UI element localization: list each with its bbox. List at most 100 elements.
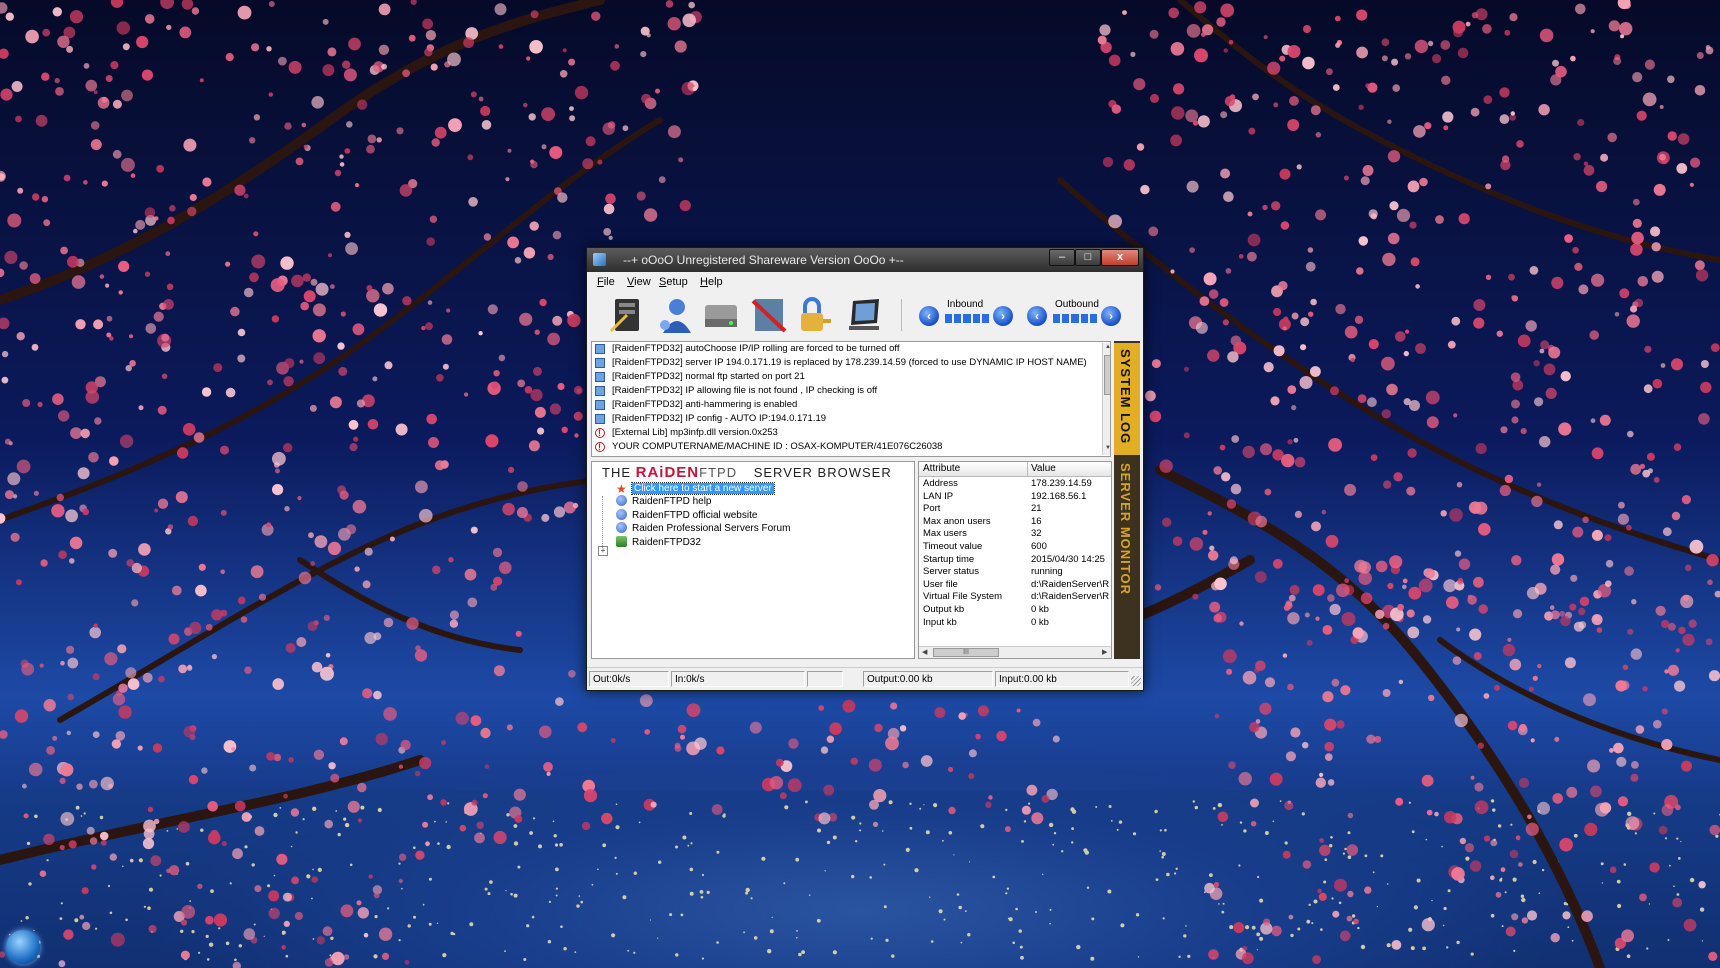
log-line-text: [RaidenFTPD32] server IP 194.0.171.19 is… bbox=[612, 357, 1087, 368]
outbound-meter bbox=[1053, 314, 1098, 323]
tree-item[interactable]: ★ Click here to start a new server bbox=[616, 482, 775, 495]
attribute-row[interactable]: Max users 32 bbox=[919, 528, 1111, 541]
raidenftpd-window: --+ oOoO Unregistered Shareware Version … bbox=[586, 247, 1144, 691]
log-line[interactable]: [RaidenFTPD32] anti-hammering is enabled bbox=[592, 398, 1110, 412]
tree-item-label: RaidenFTPD official website bbox=[632, 509, 758, 521]
info-icon bbox=[595, 414, 605, 424]
side-tabs: SYSTEM LOG SERVER MONITOR bbox=[1114, 341, 1140, 659]
tab-server-monitor-label: SERVER MONITOR bbox=[1118, 463, 1133, 595]
maximize-button[interactable]: □ bbox=[1075, 249, 1101, 266]
start-button[interactable] bbox=[6, 930, 40, 964]
attribute-value: 178.239.14.59 bbox=[1031, 478, 1092, 489]
outbound-increase-icon[interactable]: › bbox=[1101, 306, 1121, 326]
attribute-value: 0 kb bbox=[1031, 604, 1049, 615]
attribute-name: Server status bbox=[923, 566, 979, 578]
attribute-name: LAN IP bbox=[923, 490, 954, 502]
app-icon bbox=[593, 253, 606, 266]
server-settings-icon[interactable] bbox=[607, 295, 647, 335]
scroll-right-icon[interactable]: ▶ bbox=[1102, 648, 1107, 656]
column-value[interactable]: Value bbox=[1031, 463, 1056, 474]
attribute-row[interactable]: Timeout value 600 bbox=[919, 541, 1111, 554]
lock-key-icon[interactable] bbox=[795, 295, 835, 335]
attribute-name: Max users bbox=[923, 528, 967, 540]
tree-item[interactable]: Raiden Professional Servers Forum bbox=[616, 522, 790, 535]
attribute-value: 600 bbox=[1031, 541, 1047, 552]
attributes-hscrollbar[interactable]: ◀ III ▶ bbox=[919, 646, 1111, 658]
attributes-header: Attribute Value bbox=[919, 462, 1111, 477]
menu-setup[interactable]: Setup bbox=[659, 276, 688, 288]
window-title: --+ oOoO Unregistered Shareware Version … bbox=[623, 253, 904, 267]
log-line-text: [RaidenFTPD32] autoChoose IP/IP rolling … bbox=[612, 343, 900, 354]
log-line[interactable]: [RaidenFTPD32] IP config - AUTO IP:194.0… bbox=[592, 412, 1110, 426]
scroll-left-icon[interactable]: ◀ bbox=[922, 648, 927, 656]
disk-icon[interactable] bbox=[701, 295, 741, 335]
brand-raiden: RAiDEN bbox=[635, 464, 700, 481]
status-output: Output:0.00 kb bbox=[863, 671, 993, 687]
attribute-value: d:\RaidenServer\R bbox=[1031, 591, 1110, 603]
tree-item[interactable]: RaidenFTPD32 bbox=[616, 535, 701, 549]
server-browser-banner: THE RAiDENFTPD SERVER BROWSER bbox=[602, 464, 892, 482]
info-icon bbox=[595, 358, 605, 368]
log-line-text: [RaidenFTPD32] IP config - AUTO IP:194.0… bbox=[612, 413, 827, 424]
menu-help[interactable]: Help bbox=[700, 276, 723, 288]
attributes-scroll-thumb[interactable]: III bbox=[933, 648, 999, 657]
attribute-row[interactable]: Input kb 0 kb bbox=[919, 616, 1111, 630]
inbound-decrease-icon[interactable]: ‹ bbox=[919, 306, 939, 326]
info-icon bbox=[595, 400, 605, 410]
attribute-row[interactable]: Port 21 bbox=[919, 503, 1111, 516]
log-line[interactable]: [RaidenFTPD32] IP allowing file is not f… bbox=[592, 384, 1110, 398]
column-divider[interactable] bbox=[1027, 462, 1028, 476]
attribute-name: Timeout value bbox=[923, 541, 983, 552]
system-log[interactable]: [RaidenFTPD32] autoChoose IP/IP rolling … bbox=[591, 341, 1111, 457]
attribute-row[interactable]: Max anon users 16 bbox=[919, 516, 1111, 529]
attribute-value: d:\RaidenServer\R bbox=[1031, 578, 1110, 590]
monitor-icon[interactable] bbox=[845, 295, 885, 335]
status-input: Input:0.00 kb bbox=[995, 671, 1129, 687]
attribute-row[interactable]: Virtual File System d:\RaidenServer\R bbox=[919, 591, 1111, 604]
outbound-decrease-icon[interactable]: ‹ bbox=[1027, 306, 1047, 326]
scroll-down-icon[interactable]: ▼ bbox=[1105, 445, 1110, 451]
log-line[interactable]: [RaidenFTPD32] server IP 194.0.171.19 is… bbox=[592, 356, 1110, 370]
attribute-name: Port bbox=[923, 503, 941, 515]
attribute-row[interactable]: Address 178.239.14.59 bbox=[919, 478, 1111, 491]
tree-item[interactable]: RaidenFTPD official website bbox=[616, 508, 758, 522]
log-line[interactable]: [External Lib] mp3infp.dll version.0x253 bbox=[592, 426, 1110, 440]
block-icon[interactable] bbox=[749, 295, 789, 335]
inbound-increase-icon[interactable]: › bbox=[993, 306, 1013, 326]
tree-item-label: Click here to start a new server bbox=[631, 482, 775, 495]
globe-icon bbox=[616, 522, 627, 534]
attribute-value: 2015/04/30 14:25 bbox=[1031, 553, 1105, 565]
minimize-button[interactable]: – bbox=[1049, 249, 1075, 266]
brand-ftpd: FTPD bbox=[699, 465, 738, 480]
log-line-text: [RaidenFTPD32] IP allowing file is not f… bbox=[612, 385, 878, 396]
tree-item[interactable]: RaidenFTPD help bbox=[616, 495, 711, 508]
users-icon[interactable] bbox=[655, 295, 695, 335]
menu-view[interactable]: View bbox=[627, 276, 651, 288]
attribute-name: Input kb bbox=[923, 616, 957, 628]
expand-icon[interactable]: + bbox=[598, 546, 608, 556]
log-line[interactable]: YOUR COMPUTERNAME/MACHINE ID : OSAX-KOMP… bbox=[592, 440, 1110, 454]
tab-system-log[interactable]: SYSTEM LOG bbox=[1114, 343, 1140, 455]
title-bar[interactable]: --+ oOoO Unregistered Shareware Version … bbox=[587, 248, 1143, 272]
info-icon bbox=[595, 372, 605, 382]
attribute-row[interactable]: Output kb 0 kb bbox=[919, 604, 1111, 617]
globe-icon bbox=[616, 495, 627, 507]
attribute-row[interactable]: Startup time 2015/04/30 14:25 bbox=[919, 553, 1111, 567]
tab-server-monitor[interactable]: SERVER MONITOR bbox=[1114, 459, 1140, 655]
menu-file[interactable]: File bbox=[597, 276, 615, 288]
log-line[interactable]: [RaidenFTPD32] normal ftp started on por… bbox=[592, 370, 1110, 384]
log-scroll-thumb[interactable] bbox=[1104, 355, 1110, 395]
status-in-speed: In:0k/s bbox=[671, 671, 805, 687]
resize-grip[interactable] bbox=[1131, 676, 1141, 686]
attribute-row[interactable]: LAN IP 192.168.56.1 bbox=[919, 490, 1111, 504]
log-line[interactable]: [RaidenFTPD32] autoChoose IP/IP rolling … bbox=[592, 342, 1110, 356]
brand-server-browser: SERVER BROWSER bbox=[753, 465, 892, 480]
log-scrollbar[interactable]: ▲ ▼ bbox=[1102, 343, 1110, 455]
attribute-row[interactable]: Server status running bbox=[919, 566, 1111, 579]
scroll-up-icon[interactable]: ▲ bbox=[1105, 344, 1110, 350]
attribute-value: 192.168.56.1 bbox=[1031, 490, 1087, 502]
attribute-row[interactable]: User file d:\RaidenServer\R bbox=[919, 578, 1111, 592]
close-button[interactable]: x bbox=[1101, 249, 1139, 266]
column-attribute[interactable]: Attribute bbox=[923, 463, 960, 474]
toolbar: ‹ Inbound › ‹ Outbound › bbox=[587, 291, 1143, 339]
